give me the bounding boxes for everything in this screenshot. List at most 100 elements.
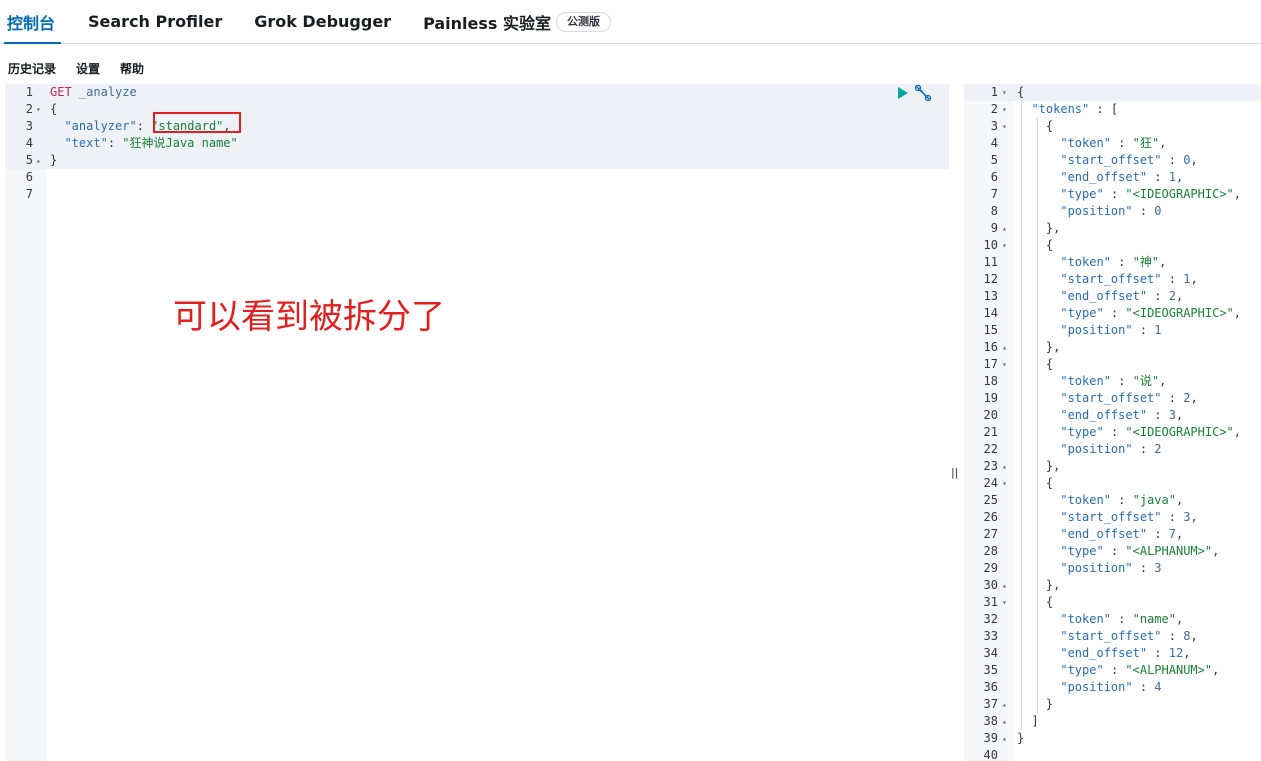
line-number: 38 — [983, 714, 998, 728]
beta-badge: 公测版 — [556, 11, 611, 32]
line-number: 5 — [990, 153, 998, 167]
play-icon[interactable] — [898, 86, 908, 99]
request-line-3: "analyzer": "standard", — [5, 118, 949, 135]
response-line: 30 ▴ }, — [964, 577, 1261, 594]
indent-guide — [1021, 101, 1022, 730]
request-line-4-code: "text": "狂神说Java name" — [64, 136, 238, 150]
fold-toggle-icon[interactable]: ▾ — [1002, 475, 1007, 492]
fold-toggle-icon[interactable]: ▾ — [1002, 101, 1007, 118]
line-number: 20 — [983, 408, 998, 422]
tab-console[interactable]: 控制台 — [4, 0, 61, 44]
response-line: 37 ▴ } — [964, 696, 1261, 713]
line-number: 27 — [983, 527, 998, 541]
response-line: 13 "end_offset" : 2, — [964, 288, 1261, 305]
response-line: 16 ▴ }, — [964, 339, 1261, 356]
response-code: "token" : "说", — [1060, 374, 1167, 388]
response-line: 33 "start_offset" : 8, — [964, 628, 1261, 645]
line-number: 33 — [983, 629, 998, 643]
menu-settings[interactable]: 设置 — [76, 60, 100, 77]
console-menu: 历史记录 设置 帮助 — [0, 58, 156, 78]
line-number: 24 — [983, 476, 998, 490]
tab-painless-lab-label: Painless 实验室 — [423, 13, 551, 33]
fold-toggle-icon[interactable]: ▴ — [1002, 730, 1007, 747]
response-line: 29 "position" : 3 — [964, 560, 1261, 577]
line-number: 21 — [983, 425, 998, 439]
response-code: { — [1017, 119, 1054, 133]
response-code: "end_offset" : 1, — [1060, 170, 1184, 184]
menu-help[interactable]: 帮助 — [120, 60, 144, 77]
response-line: 15 "position" : 1 — [964, 322, 1261, 339]
request-line-5-code: } — [50, 153, 58, 167]
response-code: "token" : "name", — [1060, 612, 1184, 626]
line-number: 14 — [983, 306, 998, 320]
fold-toggle-icon[interactable]: ▴ — [1002, 220, 1007, 237]
response-line: 14 "type" : "<IDEOGRAPHIC>", — [964, 305, 1261, 322]
fold-toggle-icon[interactable]: ▾ — [1002, 84, 1007, 101]
tab-search-profiler-label: Search Profiler — [88, 12, 223, 31]
response-line: 19 "start_offset" : 2, — [964, 390, 1261, 407]
response-line: 9 ▴ }, — [964, 220, 1261, 237]
response-line: 36 "position" : 4 — [964, 679, 1261, 696]
response-code: { — [1017, 85, 1025, 99]
response-line: 20 "end_offset" : 3, — [964, 407, 1261, 424]
tab-search-profiler[interactable]: Search Profiler — [88, 0, 222, 43]
request-line-5: } — [5, 152, 949, 169]
response-line: 18 "token" : "说", — [964, 373, 1261, 390]
response-line: 26 "start_offset" : 3, — [964, 509, 1261, 526]
response-code: "start_offset" : 2, — [1060, 391, 1198, 405]
response-code: }, — [1017, 578, 1061, 592]
response-code: "token" : "狂", — [1060, 136, 1167, 150]
wrench-icon[interactable] — [914, 84, 932, 101]
fold-toggle-icon[interactable]: ▾ — [1002, 237, 1007, 254]
response-line: 1 ▾ { — [964, 84, 1261, 101]
fold-toggle-icon[interactable]: ▴ — [1002, 339, 1007, 356]
line-number: 15 — [983, 323, 998, 337]
line-number: 10 — [983, 238, 998, 252]
tab-painless-lab[interactable]: Painless 实验室 公测版 — [423, 0, 611, 43]
response-line: 3 ▾ { — [964, 118, 1261, 135]
line-number: 19 — [983, 391, 998, 405]
fold-toggle-icon[interactable]: ▾ — [1002, 594, 1007, 611]
line-number: 4 — [990, 136, 998, 150]
line-number: 6 — [990, 170, 998, 184]
line-number: 28 — [983, 544, 998, 558]
response-line: 23 ▴ }, — [964, 458, 1261, 475]
response-code: } — [1017, 731, 1025, 745]
line-number: 32 — [983, 612, 998, 626]
response-code: "type" : "<IDEOGRAPHIC>", — [1060, 187, 1242, 201]
request-editor[interactable]: 1 2 ▾ 3 4 5 ▴ 6 7 GET _analyze { "analyzer": "st… — [5, 84, 949, 761]
response-line: 35 "type" : "<ALPHANUM>", — [964, 662, 1261, 679]
line-number: 8 — [990, 204, 998, 218]
response-code: "position" : 4 — [1060, 680, 1162, 694]
request-actions — [898, 84, 932, 101]
top-tabs: 控制台 Search Profiler Grok Debugger Painle… — [0, 0, 1261, 44]
menu-history[interactable]: 历史记录 — [8, 60, 56, 77]
response-code: { — [1017, 595, 1054, 609]
request-gutter-row: 7 — [5, 186, 949, 203]
request-endpoint: _analyze — [78, 85, 137, 99]
line-number: 1 — [990, 85, 998, 99]
response-line: 17 ▾ { — [964, 356, 1261, 373]
request-line-4: "text": "狂神说Java name" — [5, 135, 949, 152]
response-code: }, — [1017, 340, 1061, 354]
response-code: "end_offset" : 3, — [1060, 408, 1184, 422]
fold-toggle-icon[interactable]: ▾ — [1002, 356, 1007, 373]
response-line: 10 ▾ { — [964, 237, 1261, 254]
line-number: 25 — [983, 493, 998, 507]
response-code: "type" : "<ALPHANUM>", — [1060, 544, 1220, 558]
fold-toggle-icon[interactable]: ▴ — [1002, 696, 1007, 713]
fold-toggle-icon[interactable]: ▾ — [1002, 118, 1007, 135]
response-line: 4 "token" : "狂", — [964, 135, 1261, 152]
response-code: { — [1017, 476, 1054, 490]
response-viewer: 1 ▾{2 ▾ "tokens" : [3 ▾ {4 "token" : "狂", 5 … — [964, 84, 1261, 761]
line-number: 7 — [25, 187, 33, 201]
pane-resizer[interactable]: || — [951, 466, 958, 479]
tab-grok-debugger[interactable]: Grok Debugger — [254, 0, 391, 43]
request-line-2-code: { — [50, 102, 58, 116]
fold-toggle-icon[interactable]: ▴ — [1002, 713, 1007, 730]
response-line: 6 "end_offset" : 1, — [964, 169, 1261, 186]
fold-toggle-icon[interactable]: ▴ — [1002, 458, 1007, 475]
fold-toggle-icon[interactable]: ▴ — [1002, 577, 1007, 594]
line-number: 7 — [990, 187, 998, 201]
line-number: 26 — [983, 510, 998, 524]
